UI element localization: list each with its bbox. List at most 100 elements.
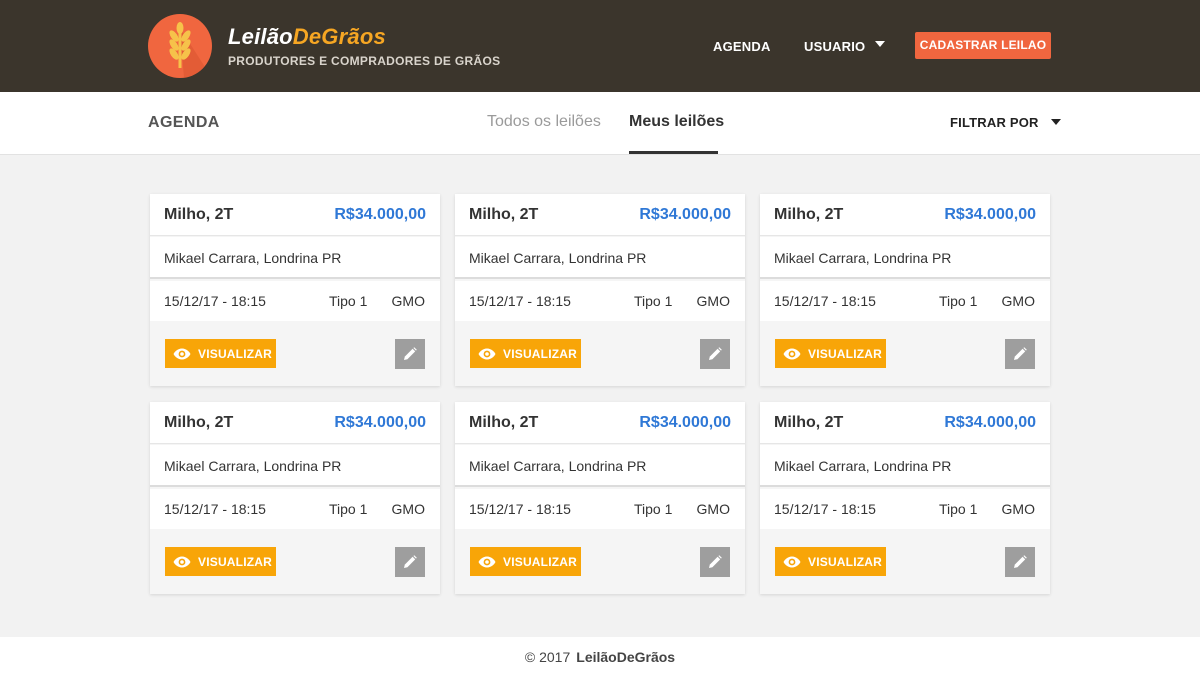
caret-down-icon[interactable] bbox=[875, 41, 886, 47]
pencil-icon bbox=[1014, 555, 1027, 568]
brand-name: LeilãoDeGrãos bbox=[228, 24, 500, 50]
view-button-label[interactable]: VISUALIZAR bbox=[198, 555, 272, 569]
card-owner: Mikael Carrara, Londrina PR bbox=[774, 250, 952, 266]
edit-button[interactable] bbox=[1005, 339, 1035, 369]
nav-agenda[interactable]: AGENDA bbox=[713, 0, 771, 92]
card-title: Milho, 2T bbox=[164, 414, 234, 431]
card-gmo: GMO bbox=[391, 293, 425, 309]
footer-brand[interactable]: LeilãoDeGrãos bbox=[576, 649, 675, 665]
view-button[interactable]: VISUALIZAR bbox=[470, 339, 581, 368]
card-gmo: GMO bbox=[696, 501, 730, 517]
card-title: Milho, 2T bbox=[774, 206, 844, 223]
auction-card: Milho, 2T R$34.000,00 Mikael Carrara, Lo… bbox=[150, 194, 440, 386]
view-button[interactable]: VISUALIZAR bbox=[775, 339, 886, 368]
card-type: Tipo 1 bbox=[329, 501, 368, 517]
card-type: Tipo 1 bbox=[329, 293, 368, 309]
card-owner-row: Mikael Carrara, Londrina PR bbox=[760, 445, 1050, 487]
create-auction-button[interactable]: CADASTRAR LEILAO bbox=[915, 32, 1051, 59]
view-button-label[interactable]: VISUALIZAR bbox=[808, 555, 882, 569]
card-price: R$34.000,00 bbox=[944, 206, 1036, 223]
eye-icon bbox=[783, 556, 801, 567]
eye-icon bbox=[783, 348, 801, 359]
card-gmo: GMO bbox=[391, 501, 425, 517]
card-info-row: 15/12/17 - 18:15 Tipo 1 GMO bbox=[760, 281, 1050, 321]
view-button-label[interactable]: VISUALIZAR bbox=[198, 347, 272, 361]
auction-card: Milho, 2T R$34.000,00 Mikael Carrara, Lo… bbox=[150, 402, 440, 594]
card-header: Milho, 2T R$34.000,00 bbox=[150, 194, 440, 236]
eye-icon bbox=[173, 348, 191, 359]
card-type: Tipo 1 bbox=[939, 501, 978, 517]
active-tab-indicator bbox=[629, 151, 718, 154]
page-footer: © 2017 LeilãoDeGrãos bbox=[0, 637, 1200, 677]
brand-name-part1: Leilão bbox=[228, 24, 293, 49]
brand-tagline: PRODUTORES E COMPRADORES DE GRÃOS bbox=[228, 54, 501, 68]
view-button-label[interactable]: VISUALIZAR bbox=[808, 347, 882, 361]
edit-button[interactable] bbox=[395, 547, 425, 577]
card-header: Milho, 2T R$34.000,00 bbox=[455, 402, 745, 444]
edit-button[interactable] bbox=[700, 339, 730, 369]
card-price: R$34.000,00 bbox=[639, 206, 731, 223]
card-title: Milho, 2T bbox=[164, 206, 234, 223]
card-type: Tipo 1 bbox=[939, 293, 978, 309]
card-header: Milho, 2T R$34.000,00 bbox=[760, 194, 1050, 236]
card-header: Milho, 2T R$34.000,00 bbox=[760, 402, 1050, 444]
top-header: LeilãoDeGrãos PRODUTORES E COMPRADORES D… bbox=[0, 0, 1200, 92]
brand-logo[interactable]: LeilãoDeGrãos PRODUTORES E COMPRADORES D… bbox=[148, 14, 500, 78]
card-owner-row: Mikael Carrara, Londrina PR bbox=[150, 445, 440, 487]
eye-icon bbox=[173, 556, 191, 567]
card-owner: Mikael Carrara, Londrina PR bbox=[164, 250, 342, 266]
pencil-icon bbox=[404, 347, 417, 360]
card-datetime: 15/12/17 - 18:15 bbox=[774, 501, 876, 517]
eye-icon bbox=[478, 348, 496, 359]
footer-copyright: © 2017 bbox=[524, 649, 571, 665]
card-owner-row: Mikael Carrara, Londrina PR bbox=[760, 237, 1050, 279]
pencil-icon bbox=[709, 347, 722, 360]
filter-dropdown[interactable]: FILTRAR POR bbox=[950, 115, 1061, 130]
sub-header: AGENDA Todos os leilões Meus leilões FIL… bbox=[0, 92, 1200, 155]
card-datetime: 15/12/17 - 18:15 bbox=[469, 501, 571, 517]
card-price: R$34.000,00 bbox=[944, 414, 1036, 431]
card-datetime: 15/12/17 - 18:15 bbox=[469, 293, 571, 309]
card-type: Tipo 1 bbox=[634, 293, 673, 309]
view-button[interactable]: VISUALIZAR bbox=[165, 339, 276, 368]
pencil-icon bbox=[1014, 347, 1027, 360]
view-button-label[interactable]: VISUALIZAR bbox=[503, 555, 577, 569]
card-title: Milho, 2T bbox=[774, 414, 844, 431]
card-title: Milho, 2T bbox=[469, 414, 539, 431]
card-owner: Mikael Carrara, Londrina PR bbox=[469, 458, 647, 474]
card-info-row: 15/12/17 - 18:15 Tipo 1 GMO bbox=[455, 489, 745, 529]
card-info-row: 15/12/17 - 18:15 Tipo 1 GMO bbox=[455, 281, 745, 321]
card-owner-row: Mikael Carrara, Londrina PR bbox=[455, 237, 745, 279]
view-button[interactable]: VISUALIZAR bbox=[165, 547, 276, 576]
edit-button[interactable] bbox=[1005, 547, 1035, 577]
card-header: Milho, 2T R$34.000,00 bbox=[150, 402, 440, 444]
card-owner: Mikael Carrara, Londrina PR bbox=[469, 250, 647, 266]
edit-button[interactable] bbox=[700, 547, 730, 577]
card-type: Tipo 1 bbox=[634, 501, 673, 517]
card-header: Milho, 2T R$34.000,00 bbox=[455, 194, 745, 236]
pencil-icon bbox=[404, 555, 417, 568]
card-owner-row: Mikael Carrara, Londrina PR bbox=[455, 445, 745, 487]
card-datetime: 15/12/17 - 18:15 bbox=[774, 293, 876, 309]
card-info-row: 15/12/17 - 18:15 Tipo 1 GMO bbox=[150, 489, 440, 529]
auction-card: Milho, 2T R$34.000,00 Mikael Carrara, Lo… bbox=[455, 402, 745, 594]
view-button[interactable]: VISUALIZAR bbox=[775, 547, 886, 576]
card-price: R$34.000,00 bbox=[334, 414, 426, 431]
card-title: Milho, 2T bbox=[469, 206, 539, 223]
caret-down-icon[interactable] bbox=[1050, 118, 1061, 125]
card-datetime: 15/12/17 - 18:15 bbox=[164, 501, 266, 517]
nav-user-menu[interactable]: USUARIO bbox=[804, 0, 886, 92]
tab-my-auctions[interactable]: Meus leilões bbox=[629, 113, 724, 131]
auction-card: Milho, 2T R$34.000,00 Mikael Carrara, Lo… bbox=[760, 194, 1050, 386]
card-gmo: GMO bbox=[1001, 293, 1035, 309]
tab-all-auctions[interactable]: Todos os leilões bbox=[487, 113, 601, 131]
card-gmo: GMO bbox=[696, 293, 730, 309]
nav-user-label[interactable]: USUARIO bbox=[804, 39, 865, 54]
edit-button[interactable] bbox=[395, 339, 425, 369]
auction-card: Milho, 2T R$34.000,00 Mikael Carrara, Lo… bbox=[760, 402, 1050, 594]
card-datetime: 15/12/17 - 18:15 bbox=[164, 293, 266, 309]
view-button-label[interactable]: VISUALIZAR bbox=[503, 347, 577, 361]
filter-label[interactable]: FILTRAR POR bbox=[950, 115, 1039, 130]
view-button[interactable]: VISUALIZAR bbox=[470, 547, 581, 576]
nav-agenda-label[interactable]: AGENDA bbox=[713, 39, 771, 54]
